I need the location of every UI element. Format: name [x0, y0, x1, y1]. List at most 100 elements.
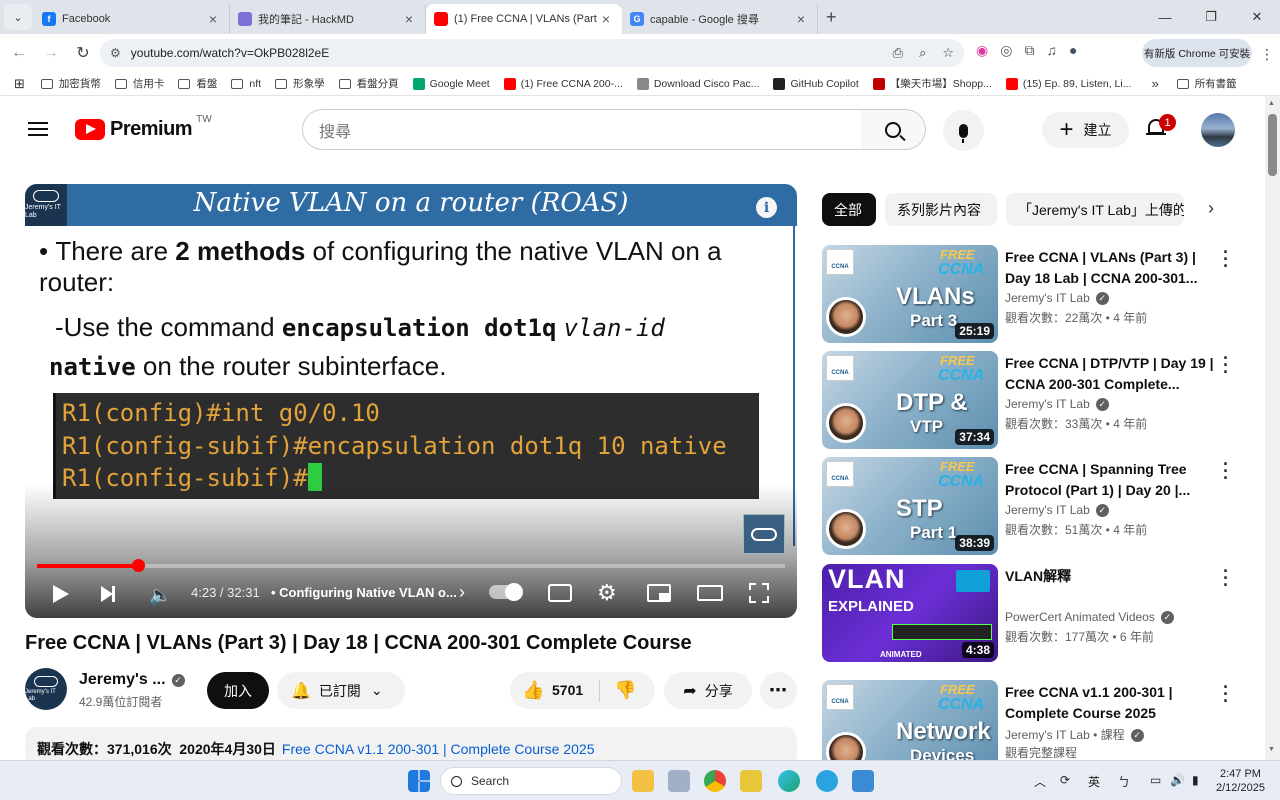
like-count[interactable]: 5701: [552, 682, 583, 698]
chip-channel-uploads[interactable]: 「Jeremy's IT Lab」上傳的: [1006, 193, 1184, 226]
video-thumbnail[interactable]: VLAN EXPLAINED ANIMATED 4:38: [822, 564, 998, 662]
bookmark-folder[interactable]: 加密貨幣: [40, 76, 101, 91]
close-window-button[interactable]: ✕: [1234, 0, 1280, 34]
video-thumbnail[interactable]: CCNA FREE CCNA VLANs Part 3 25:19: [822, 245, 998, 343]
maximize-button[interactable]: ❐: [1188, 0, 1234, 34]
new-tab-button[interactable]: +: [826, 7, 837, 28]
chrome-update-button[interactable]: 有新版 Chrome 可安裝: [1142, 39, 1252, 67]
recommended-video[interactable]: CCNA FREE CCNA VLANs Part 3 25:19 Free CCNA | …: [822, 243, 1262, 343]
search-button[interactable]: [861, 109, 926, 150]
join-button[interactable]: 加入: [207, 672, 269, 709]
telegram-icon[interactable]: [816, 770, 838, 792]
browser-tab[interactable]: f Facebook ×: [34, 4, 230, 34]
chip-series[interactable]: 系列影片內容: [885, 193, 997, 226]
install-app-icon[interactable]: ⎙: [893, 45, 903, 61]
app-icon[interactable]: [668, 770, 690, 792]
chip-all[interactable]: 全部: [822, 193, 876, 226]
recommended-title[interactable]: Free CCNA | Spanning Tree Protocol (Part…: [1005, 459, 1215, 501]
sticky-app-icon[interactable]: [740, 770, 762, 792]
more-options-icon[interactable]: · · ·: [1220, 678, 1232, 710]
more-options-icon[interactable]: · · ·: [1220, 349, 1232, 381]
theater-mode-icon[interactable]: [697, 585, 723, 601]
minimize-button[interactable]: —: [1142, 0, 1188, 34]
all-bookmarks-folder[interactable]: 所有書籤: [1176, 76, 1237, 91]
play-icon[interactable]: [53, 585, 69, 603]
playlist-link[interactable]: Free CCNA v1.1 200-301 | Complete Course…: [282, 741, 595, 757]
apps-grid-icon[interactable]: ⊞: [14, 76, 25, 92]
recommended-video[interactable]: VLAN EXPLAINED ANIMATED 4:38 VLAN解釋 PowerCert…: [822, 562, 1262, 662]
file-explorer-icon[interactable]: [632, 770, 654, 792]
tray-chevron-icon[interactable]: ︿: [1034, 773, 1046, 790]
profile-icon[interactable]: ●: [1069, 42, 1077, 59]
back-button[interactable]: ←: [6, 44, 32, 62]
browser-tab[interactable]: Gcapable - Google 搜尋 ×: [622, 4, 818, 34]
more-options-icon[interactable]: · · ·: [1220, 243, 1232, 275]
edge-icon[interactable]: [778, 770, 800, 792]
start-windows-icon[interactable]: [408, 770, 430, 792]
volume-tray-icon[interactable]: 🔊: [1170, 773, 1185, 787]
bookmark-link[interactable]: Google Meet: [412, 77, 490, 90]
bookmark-folder[interactable]: 看盤分頁: [338, 76, 399, 91]
chapter-chevron-icon[interactable]: ›: [459, 582, 465, 603]
progress-scrubber[interactable]: [131, 559, 145, 572]
create-button[interactable]: + 建立: [1042, 112, 1129, 148]
share-button[interactable]: ➦ 分享: [664, 672, 752, 709]
browser-tab[interactable]: (1) Free CCNA | VLANs (Part 3) |×: [426, 4, 622, 34]
scroll-down-arrow-icon[interactable]: ▼: [1268, 746, 1275, 753]
tab-close-icon[interactable]: ×: [793, 11, 809, 27]
reload-button[interactable]: ↻: [70, 43, 96, 63]
account-avatar[interactable]: [1201, 113, 1235, 147]
channel-watermark[interactable]: [743, 514, 785, 554]
youtube-premium-logo[interactable]: Premium TW: [75, 114, 212, 141]
bookmark-folder[interactable]: 信用卡: [114, 76, 164, 91]
forward-button[interactable]: →: [38, 44, 64, 62]
progress-bar[interactable]: [37, 559, 785, 572]
more-options-icon[interactable]: · · ·: [1220, 455, 1232, 487]
battery-icon[interactable]: ▮: [1192, 773, 1199, 787]
menu-hamburger-icon[interactable]: [28, 122, 48, 136]
recommended-title[interactable]: Free CCNA | DTP/VTP | Day 19 | CCNA 200-…: [1005, 353, 1215, 395]
voice-search-button[interactable]: [943, 110, 984, 151]
bookmark-star-icon[interactable]: ☆: [942, 45, 954, 61]
bookmark-folder[interactable]: nft: [231, 78, 261, 90]
settings-gear-icon[interactable]: ⚙: [597, 580, 617, 606]
video-thumbnail[interactable]: CCNA FREE CCNA STP Part 1 38:39: [822, 457, 998, 555]
ime-indicator[interactable]: 英: [1088, 773, 1100, 790]
zoom-icon[interactable]: ⌕: [919, 45, 926, 61]
tab-close-icon[interactable]: ×: [401, 11, 417, 27]
like-icon[interactable]: 👍: [522, 680, 544, 701]
more-actions-button[interactable]: ⋯: [760, 672, 797, 709]
bookmark-link[interactable]: Download Cisco Pac...: [636, 77, 759, 90]
recommended-channel[interactable]: Jeremy's IT Lab ✓: [1005, 503, 1109, 517]
recommended-video[interactable]: CCNA FREE CCNA DTP & VTP 37:34 Free CCNA | DTP…: [822, 349, 1262, 449]
extension-color-icon[interactable]: ◉: [976, 42, 988, 59]
recommended-channel[interactable]: Jeremy's IT Lab ✓: [1005, 397, 1109, 411]
chapter-title[interactable]: • Configuring Native VLAN o...: [271, 585, 471, 600]
notepad-icon[interactable]: [852, 770, 874, 792]
bookmark-folder[interactable]: 形象學: [275, 76, 325, 91]
ime-mode-icon[interactable]: ㄅ: [1118, 773, 1130, 790]
site-info-icon[interactable]: ⚙: [110, 46, 121, 60]
page-scrollbar[interactable]: ▲ ▼: [1265, 96, 1280, 760]
next-video-icon[interactable]: [101, 586, 115, 602]
bookmark-link[interactable]: GitHub Copilot: [773, 77, 859, 90]
recommended-title[interactable]: Free CCNA v1.1 200-301 | Complete Course…: [1005, 682, 1215, 724]
extensions-puzzle-icon[interactable]: ⧉: [1024, 42, 1034, 59]
channel-avatar[interactable]: Jeremy's IT Lab: [25, 668, 67, 710]
recommended-channel[interactable]: PowerCert Animated Videos ✓: [1005, 610, 1174, 624]
subscribed-button[interactable]: 🔔 已訂閱 ⌄: [277, 672, 405, 709]
scrollbar-thumb[interactable]: [1268, 114, 1277, 176]
channel-name[interactable]: Jeremy's ... ✓: [79, 671, 185, 689]
recommended-title[interactable]: VLAN解釋: [1005, 566, 1215, 587]
tab-search-button[interactable]: ⌄: [4, 4, 32, 30]
autoplay-toggle[interactable]: [489, 583, 523, 601]
dislike-icon[interactable]: 👎: [614, 680, 636, 701]
recommended-channel[interactable]: Jeremy's IT Lab • 課程 ✓: [1005, 726, 1144, 743]
browser-tab[interactable]: 我的筆記 - HackMD ×: [230, 4, 426, 34]
bookmarks-overflow-button[interactable]: »: [1151, 76, 1158, 91]
subtitles-icon[interactable]: [548, 584, 572, 602]
media-control-icon[interactable]: ♫: [1046, 42, 1057, 59]
bookmark-link[interactable]: 【樂天市場】Shopp...: [872, 76, 992, 91]
recommended-video[interactable]: CCNA FREE CCNA STP Part 1 38:39 Free CCNA | Sp…: [822, 455, 1262, 555]
extension-search-icon[interactable]: ◎: [1000, 42, 1012, 59]
